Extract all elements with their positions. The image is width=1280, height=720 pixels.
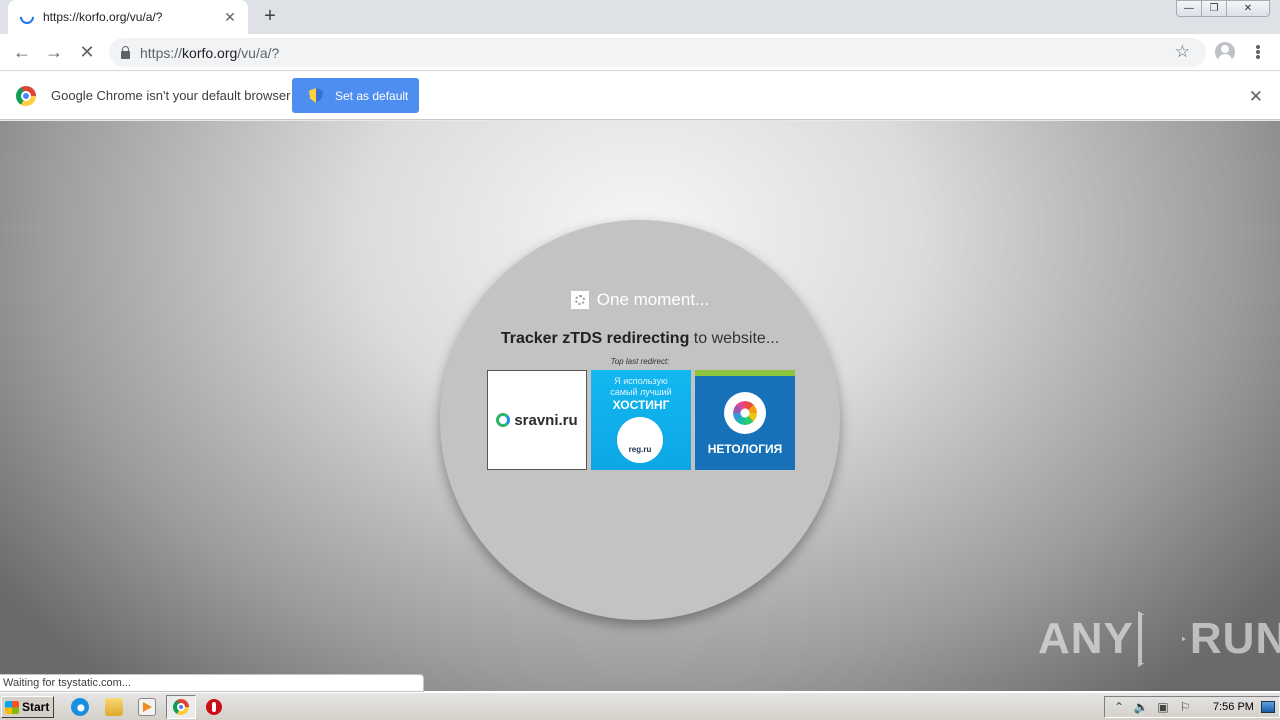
regru-badge-icon: reg.ru	[617, 417, 663, 463]
internet-explorer-icon[interactable]	[71, 698, 89, 716]
one-moment-text: One moment...	[596, 290, 710, 309]
back-button[interactable]: ←	[12, 42, 32, 62]
netology-flower-icon	[724, 392, 766, 434]
clock[interactable]: 7:56 PM	[1213, 701, 1254, 713]
redirect-circle: One moment... Tracker zTDS redirecting t…	[440, 220, 840, 620]
address-bar[interactable]: https://korfo.org/vu/a/? ☆	[109, 38, 1206, 67]
netology-label: НЕТОЛОГИЯ	[707, 442, 783, 456]
profile-avatar-icon[interactable]	[1215, 42, 1235, 62]
top-last-redirect-label: Top last redirect:	[610, 357, 670, 366]
browser-toolbar: ← → ✕ https://korfo.org/vu/a/? ☆	[0, 34, 1280, 71]
restore-button[interactable]: ❐	[1201, 0, 1227, 17]
infobar-message: Google Chrome isn't your default browser	[51, 88, 291, 103]
opera-icon[interactable]	[206, 699, 222, 715]
chrome-menu-icon[interactable]	[1250, 43, 1266, 61]
loader-icon	[570, 291, 589, 309]
tab-strip: https://korfo.org/vu/a/? ✕ + — ❐ ✕	[0, 0, 1280, 34]
chrome-icon	[173, 699, 189, 715]
redirect-message: Tracker zTDS redirecting to website...	[440, 330, 840, 348]
tab-close-icon[interactable]: ✕	[222, 9, 238, 25]
start-label: Start	[22, 700, 50, 714]
hosting-tagline: Я использую самый лучший	[610, 376, 672, 397]
start-button[interactable]: Start	[1, 696, 54, 718]
new-tab-button[interactable]: +	[260, 6, 280, 27]
windows-flag-icon	[5, 700, 19, 714]
one-moment-heading: One moment...	[440, 290, 840, 310]
default-browser-infobar: Google Chrome isn't your default browser…	[0, 72, 1280, 120]
system-tray: ⌃ 🔈 ▣ ⚐ 7:56 PM	[1104, 696, 1280, 718]
browser-tab[interactable]: https://korfo.org/vu/a/? ✕	[8, 0, 248, 34]
tab-title: https://korfo.org/vu/a/?	[43, 10, 163, 24]
hosting-thumbnail[interactable]: Я использую самый лучший ХОСТИНГ reg.ru	[591, 370, 691, 470]
tray-expand-icon[interactable]: ⌃	[1111, 700, 1127, 714]
close-window-button[interactable]: ✕	[1226, 0, 1270, 17]
bookmark-star-icon[interactable]: ☆	[1175, 42, 1190, 62]
sravni-label: sravni.ru	[514, 411, 578, 429]
address-url: https://korfo.org/vu/a/?	[140, 44, 280, 61]
show-desktop-icon[interactable]	[1261, 701, 1275, 713]
forward-button[interactable]: →	[44, 42, 64, 62]
sravni-thumbnail[interactable]: sravni.ru	[487, 370, 587, 470]
infobar-close-icon[interactable]: ✕	[1249, 87, 1263, 107]
anyrun-watermark: ANY RUN	[1038, 611, 1280, 667]
media-player-icon[interactable]	[138, 698, 156, 716]
netology-thumbnail[interactable]: НЕТОЛОГИЯ	[695, 370, 795, 470]
lock-icon	[121, 45, 130, 59]
hosting-title: ХОСТИНГ	[612, 398, 670, 412]
sravni-logo-icon	[496, 413, 511, 427]
set-as-default-button[interactable]: Set as default	[292, 78, 419, 113]
play-triangle-icon	[1137, 611, 1186, 667]
minimize-button[interactable]: —	[1176, 0, 1202, 17]
chrome-taskbar-button[interactable]	[166, 695, 196, 719]
uac-shield-icon	[309, 88, 323, 103]
set-as-default-label: Set as default	[335, 88, 409, 103]
stop-loading-button[interactable]: ✕	[77, 42, 97, 62]
action-center-flag-icon[interactable]: ⚐	[1177, 700, 1193, 714]
taskbar: Start ⌃ 🔈 ▣ ⚐ 7:56 PM	[0, 692, 1280, 720]
file-explorer-icon[interactable]	[105, 698, 123, 716]
network-icon[interactable]: ▣	[1155, 700, 1171, 714]
redirect-thumbnails: sravni.ru Я использую самый лучший ХОСТИН…	[487, 370, 795, 470]
window-controls: — ❐ ✕	[1176, 0, 1270, 17]
status-bar: Waiting for tsystatic.com...	[0, 674, 424, 692]
volume-icon[interactable]: 🔈	[1133, 700, 1149, 714]
redirect-bold-text: Tracker zTDS redirecting	[500, 330, 690, 347]
page-content: One moment... Tracker zTDS redirecting t…	[0, 121, 1280, 691]
chrome-logo-icon	[16, 86, 36, 106]
redirect-rest-text: to website...	[689, 330, 780, 347]
loading-spinner-icon	[17, 7, 37, 27]
